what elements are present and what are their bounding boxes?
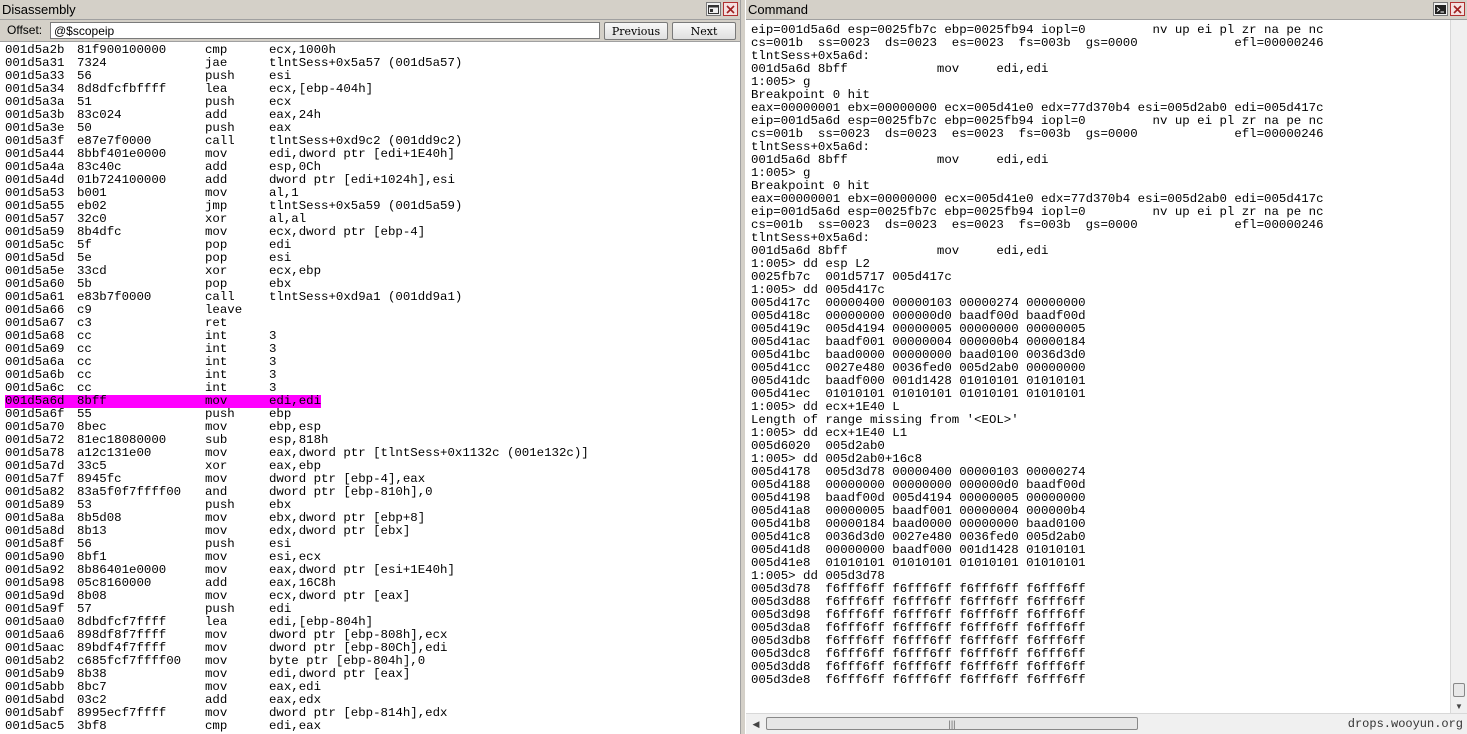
command-output-line: 001d5a6d 8bff mov edi,edi	[751, 62, 1049, 76]
disasm-row[interactable]: 001d5a31 7324 jae tlntSess+0x5a57 (001d5a57…	[5, 57, 740, 70]
opcode-bytes: 8bff	[77, 394, 107, 408]
disasm-row[interactable]: 001d5a5e 33cd xor ecx,ebp	[5, 265, 740, 278]
console-icon[interactable]	[1433, 2, 1448, 16]
disasm-row[interactable]: 001d5a82 83a5f0f7ffff00 and dword ptr [ebp-…	[5, 486, 740, 499]
disasm-row[interactable]: 001d5a59 8b4dfc mov ecx,dword ptr [ebp-4]	[5, 226, 740, 239]
operands: edi,eax	[269, 719, 322, 733]
opcode-bytes: cc	[77, 329, 92, 343]
opcode-bytes: 3bf8	[77, 719, 107, 733]
opcode-bytes: 7324	[77, 56, 107, 70]
operands: ecx,dword ptr [ebp-4]	[269, 225, 426, 239]
mnemonic: cmp	[205, 719, 228, 733]
opcode-bytes: 83c024	[77, 108, 122, 122]
opcode-bytes: c9	[77, 303, 92, 317]
opcode-bytes: cc	[77, 368, 92, 382]
disasm-row[interactable]: 001d5a8d 8b13 mov edx,dword ptr [ebx]	[5, 525, 740, 538]
watermark: drops.wooyun.org	[1347, 717, 1463, 731]
current-instruction-row[interactable]: 001d5a6d 8bff mov edi,edi	[5, 395, 740, 408]
operands: dword ptr [ebp-810h],0	[269, 485, 433, 499]
disassembly-title: Disassembly	[2, 2, 76, 17]
next-button[interactable]: Next	[672, 22, 736, 40]
close-icon[interactable]	[1450, 2, 1465, 16]
opcode-bytes: e83b7f0000	[77, 290, 152, 304]
address: 001d5ac5	[5, 719, 65, 733]
offset-input[interactable]	[50, 22, 600, 39]
disasm-row[interactable]: 001d5a6b cc int 3	[5, 369, 740, 382]
opcode-bytes: 8b13	[77, 524, 107, 538]
disasm-row[interactable]: 001d5a8f 56 push esi	[5, 538, 740, 551]
opcode-bytes: cc	[77, 355, 92, 369]
opcode-bytes: 8b4dfc	[77, 225, 122, 239]
disasm-row[interactable]: 001d5a67 c3 ret	[5, 317, 740, 330]
window-options-icon[interactable]	[706, 2, 721, 16]
disasm-row[interactable]: 001d5a68 cc int 3	[5, 330, 740, 343]
vertical-scroll-thumb[interactable]	[1453, 683, 1465, 697]
operands: tlntSess+0xd9a1 (001dd9a1)	[269, 290, 463, 304]
disasm-row[interactable]: 001d5a3b 83c024 add eax,24h	[5, 109, 740, 122]
opcode-bytes: cc	[77, 342, 92, 356]
disasm-row[interactable]: 001d5a6a cc int 3	[5, 356, 740, 369]
horizontal-scroll-thumb[interactable]: |||	[766, 717, 1138, 730]
disasm-row[interactable]: 001d5a5d 5e pop esi	[5, 252, 740, 265]
disasm-row[interactable]: 001d5a5c 5f pop edi	[5, 239, 740, 252]
command-output[interactable]: eip=001d5a6d esp=0025fb7c ebp=0025fb94 i…	[751, 24, 1447, 687]
disasm-row[interactable]: 001d5a6c cc int 3	[5, 382, 740, 395]
horizontal-scrollbar[interactable]: ◀ ||| drops.wooyun.org	[746, 713, 1467, 734]
command-output-line: 001d5a6d 8bff mov edi,edi	[751, 153, 1049, 167]
opcode-bytes: 5f	[77, 238, 92, 252]
offset-label: Offset:	[7, 23, 43, 37]
operands: tlntSess+0x5a57 (001d5a57)	[269, 56, 463, 70]
scroll-down-arrow-icon[interactable]: ▼	[1451, 699, 1467, 713]
opcode-bytes: 33cd	[77, 264, 107, 278]
close-icon[interactable]	[723, 2, 738, 16]
opcode-bytes: c3	[77, 316, 92, 330]
disasm-row[interactable]: 001d5a69 cc int 3	[5, 343, 740, 356]
scroll-left-arrow-icon[interactable]: ◀	[749, 718, 763, 730]
vertical-scrollbar[interactable]: ▼	[1450, 20, 1467, 713]
command-window: Command eip=001d5a6d esp=0025fb7c ebp=00…	[746, 0, 1467, 734]
disasm-row[interactable]: 001d5a4d 01b724100000 add dword ptr [edi+10…	[5, 174, 740, 187]
disasm-row[interactable]: 001d5abf 8995ecf7ffff mov dword ptr [ebp-81…	[5, 707, 740, 720]
disasm-row[interactable]: 001d5a34 8d8dfcfbffff lea ecx,[ebp-404h]	[5, 83, 740, 96]
command-output-line: 005d3de8 f6fff6ff f6fff6ff f6fff6ff f6ff…	[751, 673, 1086, 687]
disasm-row[interactable]: 001d5a61 e83b7f0000 call tlntSess+0xd9a1 (0…	[5, 291, 740, 304]
disassembly-titlebar: Disassembly	[0, 0, 740, 20]
disasm-row[interactable]: 001d5a78 a12c131e00 mov eax,dword ptr [tlnt…	[5, 447, 740, 460]
disasm-row[interactable]: 001d5a9d 8b08 mov ecx,dword ptr [eax]	[5, 590, 740, 603]
opcode-bytes: 83a5f0f7ffff00	[77, 485, 182, 499]
command-titlebar: Command	[746, 0, 1467, 20]
disasm-row[interactable]: 001d5ac5 3bf8 cmp edi,eax	[5, 720, 740, 733]
disassembly-window: Disassembly Offset: Previous Next 001d5a…	[0, 0, 740, 734]
disassembly-listing[interactable]: 001d5a2b 81f900100000 cmp ecx,1000h 001d5a31…	[5, 44, 740, 733]
opcode-bytes: 8b08	[77, 589, 107, 603]
disasm-row[interactable]: 001d5ab9 8b38 mov edi,dword ptr [eax]	[5, 668, 740, 681]
disasm-row[interactable]: 001d5abb 8bc7 mov eax,edi	[5, 681, 740, 694]
opcode-bytes: 8d8dfcfbffff	[77, 82, 167, 96]
disasm-row[interactable]: 001d5a55 eb02 jmp tlntSess+0x5a59 (001d5a59…	[5, 200, 740, 213]
previous-button[interactable]: Previous	[604, 22, 668, 40]
disasm-row[interactable]: 001d5a66 c9 leave	[5, 304, 740, 317]
command-title: Command	[748, 2, 808, 17]
offset-toolbar: Offset: Previous Next	[0, 20, 740, 42]
disasm-row[interactable]: 001d5a6f 55 push ebp	[5, 408, 740, 421]
